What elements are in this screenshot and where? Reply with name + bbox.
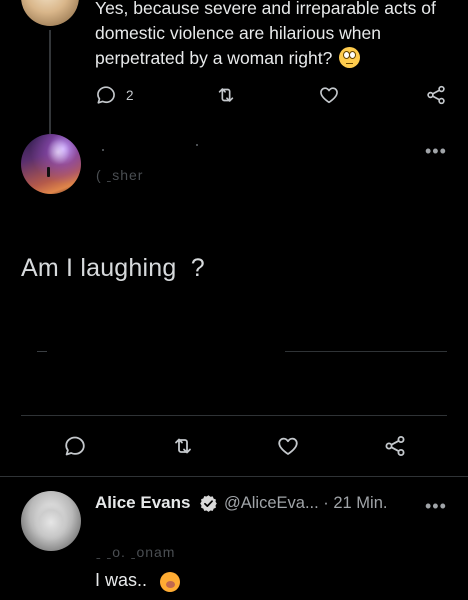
like-button[interactable] <box>318 84 340 106</box>
tweet-text: I was.. <box>95 570 148 590</box>
divider <box>0 476 468 477</box>
retweet-icon <box>175 438 191 454</box>
retweet-button[interactable] <box>215 84 237 106</box>
like-button[interactable] <box>276 434 300 458</box>
display-name[interactable]: Alice Evans <box>95 493 190 513</box>
rolling-eyes-emoji-icon <box>339 47 361 68</box>
tweet-text: Yes, because severe and irreparable acts… <box>95 0 455 71</box>
obscured-handle[interactable]: ( ˍsher <box>96 167 226 185</box>
tweet-text: Am I laughing ? <box>21 254 205 282</box>
share-icon <box>427 85 445 105</box>
reply-count: 2 <box>126 87 134 103</box>
share-button[interactable] <box>425 84 447 106</box>
thread-connector-line <box>49 30 51 134</box>
retweet-button[interactable] <box>171 434 195 458</box>
retweet-icon <box>218 88 234 102</box>
avatar[interactable] <box>21 491 81 551</box>
redacted-mark <box>102 144 198 151</box>
tweet-text-body: Yes, because severe and irreparable acts… <box>95 0 436 68</box>
obscured-username[interactable] <box>100 140 210 151</box>
reply-icon <box>65 436 85 456</box>
reply-button[interactable]: 2 <box>95 84 134 106</box>
reply-button[interactable] <box>63 434 87 458</box>
divider <box>21 415 447 416</box>
share-icon <box>385 436 405 456</box>
handle-and-timestamp[interactable]: @AliceEva... · 21 Min. <box>224 494 387 513</box>
heart-icon <box>278 437 298 455</box>
replying-to-line[interactable]: ˍ ˍo. ˍonam <box>96 544 175 560</box>
reply-icon <box>97 86 115 104</box>
more-options-icon[interactable]: ••• <box>425 141 447 162</box>
more-options-icon[interactable]: ••• <box>425 496 447 517</box>
avatar[interactable] <box>21 134 81 194</box>
divider-fragment <box>37 351 47 352</box>
avatar[interactable] <box>21 0 79 26</box>
divider <box>285 351 447 352</box>
share-button[interactable] <box>383 434 407 458</box>
hand-over-mouth-emoji-icon <box>160 572 180 592</box>
verified-badge-icon <box>200 495 217 512</box>
heart-icon <box>320 87 338 104</box>
